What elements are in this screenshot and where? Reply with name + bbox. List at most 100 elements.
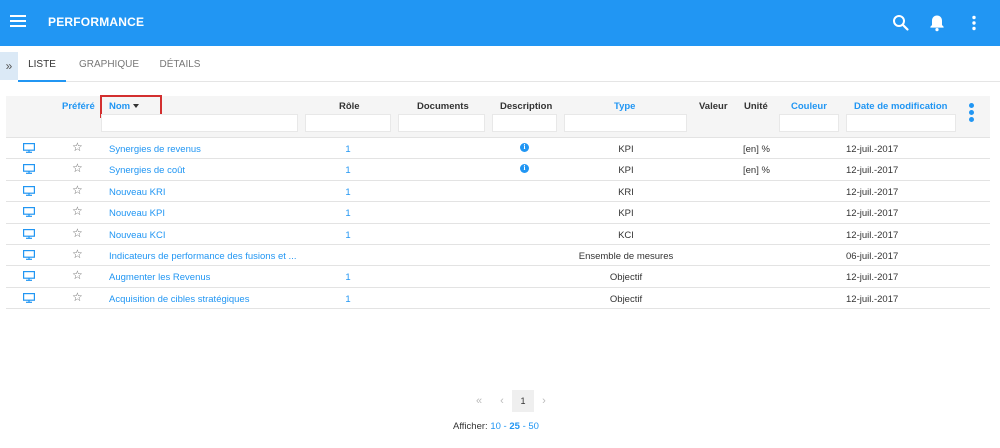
row-type: KPI — [618, 208, 634, 220]
monitor-icon[interactable] — [23, 143, 35, 153]
performance-table: Préféré Nom Rôle Documents Description T… — [6, 95, 990, 310]
filter-role-input[interactable] — [305, 114, 391, 132]
row-modified: 12-juil.-2017 — [846, 272, 899, 284]
tab-liste[interactable]: LISTE — [18, 46, 66, 82]
page-1-button[interactable]: 1 — [512, 390, 534, 412]
filter-documents-input[interactable] — [398, 114, 485, 132]
column-header-type[interactable]: Type — [614, 101, 635, 112]
row-role[interactable]: 1 — [345, 230, 350, 241]
row-modified: 12-juil.-2017 — [846, 186, 899, 198]
favorite-star-icon[interactable]: ☆ — [72, 291, 84, 303]
monitor-icon[interactable] — [23, 228, 35, 239]
table-row[interactable]: ☆ Augmenter les Revenus 1 Objectif 12-ju… — [6, 266, 990, 288]
table-row[interactable]: ☆ Acquisition de cibles stratégiques 1 O… — [6, 288, 990, 310]
row-type: Objectif — [609, 272, 643, 284]
description-info-icon[interactable]: i — [520, 164, 529, 174]
table-row[interactable]: ☆ Indicateurs de performance des fusions… — [6, 245, 990, 267]
row-type: KCI — [618, 229, 634, 241]
column-header-value[interactable]: Valeur — [699, 101, 728, 112]
row-type: KPI — [618, 144, 634, 155]
favorite-star-icon[interactable]: ☆ — [72, 269, 84, 281]
row-name-link[interactable]: Augmenter les Revenus — [109, 272, 210, 283]
page-size-25[interactable]: 25 — [509, 421, 520, 432]
column-options-icon[interactable] — [969, 103, 975, 124]
app-header: PERFORMANCE — [0, 0, 1000, 46]
table-row[interactable]: ☆ Synergies de revenus 1 i KPI [en] % 12… — [6, 138, 990, 160]
row-modified: 12-juil.-2017 — [846, 144, 899, 155]
page-size-50[interactable]: 50 — [528, 421, 539, 432]
first-page-button[interactable]: « — [470, 390, 488, 412]
description-info-icon[interactable]: i — [520, 143, 529, 152]
column-header-role[interactable]: Rôle — [339, 101, 360, 112]
table-row[interactable]: ☆ Nouveau KRI 1 KRI 12-juil.-2017 — [6, 181, 990, 203]
double-chevron-right-icon: » — [5, 59, 13, 73]
table-header: Préféré Nom Rôle Documents Description T… — [6, 95, 990, 138]
row-modified: 12-juil.-2017 — [846, 293, 899, 305]
filter-name-input[interactable] — [101, 114, 298, 132]
table-row[interactable]: ☆ Nouveau KPI 1 KPI 12-juil.-2017 — [6, 202, 990, 224]
row-role[interactable]: 1 — [345, 165, 350, 176]
menu-icon[interactable] — [10, 15, 26, 29]
expand-sidebar-button[interactable]: » — [0, 52, 18, 80]
favorite-star-icon[interactable]: ☆ — [72, 205, 84, 217]
row-name-link[interactable]: Nouveau KCI — [109, 230, 166, 241]
monitor-icon[interactable] — [23, 164, 35, 175]
monitor-icon[interactable] — [23, 292, 35, 303]
bell-icon[interactable] — [927, 13, 947, 33]
monitor-icon[interactable] — [23, 249, 35, 260]
column-header-unit[interactable]: Unité — [744, 101, 768, 112]
previous-page-button[interactable]: ‹ — [494, 390, 510, 412]
row-name-link[interactable]: Indicateurs de performance des fusions e… — [109, 251, 296, 262]
column-header-documents[interactable]: Documents — [417, 101, 469, 112]
app-title: PERFORMANCE — [48, 15, 145, 29]
next-page-button[interactable]: › — [536, 390, 552, 412]
row-name-link[interactable]: Nouveau KPI — [109, 208, 165, 219]
row-modified: 12-juil.-2017 — [846, 229, 899, 241]
row-name-link[interactable]: Nouveau KRI — [109, 187, 166, 198]
row-modified: 06-juil.-2017 — [846, 250, 899, 262]
row-modified: 12-juil.-2017 — [846, 208, 899, 220]
more-vertical-icon[interactable] — [964, 13, 984, 33]
row-role[interactable]: 1 — [345, 208, 350, 219]
row-type: KRI — [618, 186, 634, 198]
row-name-link[interactable]: Acquisition de cibles stratégiques — [109, 294, 249, 305]
favorite-star-icon[interactable]: ☆ — [72, 162, 84, 174]
page-size-selector: Afficher: 10 - 25 - 50 — [453, 421, 539, 432]
monitor-icon[interactable] — [23, 271, 35, 282]
row-name-link[interactable]: Synergies de revenus — [109, 144, 201, 155]
favorite-star-icon[interactable]: ☆ — [72, 227, 84, 239]
row-type: Objectif — [609, 293, 643, 305]
favorite-star-icon[interactable]: ☆ — [72, 248, 84, 260]
table-row[interactable]: ☆ Synergies de coût 1 i KPI [en] % 12-ju… — [6, 159, 990, 181]
page-size-separator: - — [503, 421, 507, 432]
filter-type-input[interactable] — [564, 114, 687, 132]
filter-color-input[interactable] — [779, 114, 839, 132]
page-size-10[interactable]: 10 — [490, 421, 501, 432]
row-unit: [en] % — [743, 144, 770, 155]
row-modified: 12-juil.-2017 — [846, 165, 899, 177]
monitor-icon[interactable] — [23, 207, 35, 218]
monitor-icon[interactable] — [23, 185, 35, 196]
column-header-favorite[interactable]: Préféré — [62, 101, 95, 112]
row-unit: [en] % — [743, 165, 770, 177]
favorite-star-icon[interactable]: ☆ — [72, 141, 84, 153]
tab-bar: LISTE GRAPHIQUE DÉTAILS — [18, 46, 1000, 82]
filter-modified-input[interactable] — [846, 114, 956, 132]
page-size-separator: - — [522, 421, 526, 432]
column-header-color[interactable]: Couleur — [791, 101, 827, 112]
row-role[interactable]: 1 — [345, 144, 350, 155]
tab-graphique[interactable]: GRAPHIQUE — [73, 46, 145, 82]
page-size-label: Afficher: — [453, 421, 488, 432]
search-icon[interactable] — [891, 13, 911, 33]
row-role[interactable]: 1 — [345, 294, 350, 305]
column-header-description[interactable]: Description — [500, 101, 552, 112]
table-body: ☆ Synergies de revenus 1 i KPI [en] % 12… — [6, 138, 990, 310]
table-row[interactable]: ☆ Nouveau KCI 1 KCI 12-juil.-2017 — [6, 224, 990, 245]
tab-details[interactable]: DÉTAILS — [155, 46, 205, 82]
filter-description-input[interactable] — [492, 114, 557, 132]
row-role[interactable]: 1 — [345, 187, 350, 198]
row-role[interactable]: 1 — [345, 272, 350, 283]
column-header-modified[interactable]: Date de modification — [854, 101, 947, 112]
row-name-link[interactable]: Synergies de coût — [109, 165, 185, 176]
favorite-star-icon[interactable]: ☆ — [72, 184, 84, 196]
